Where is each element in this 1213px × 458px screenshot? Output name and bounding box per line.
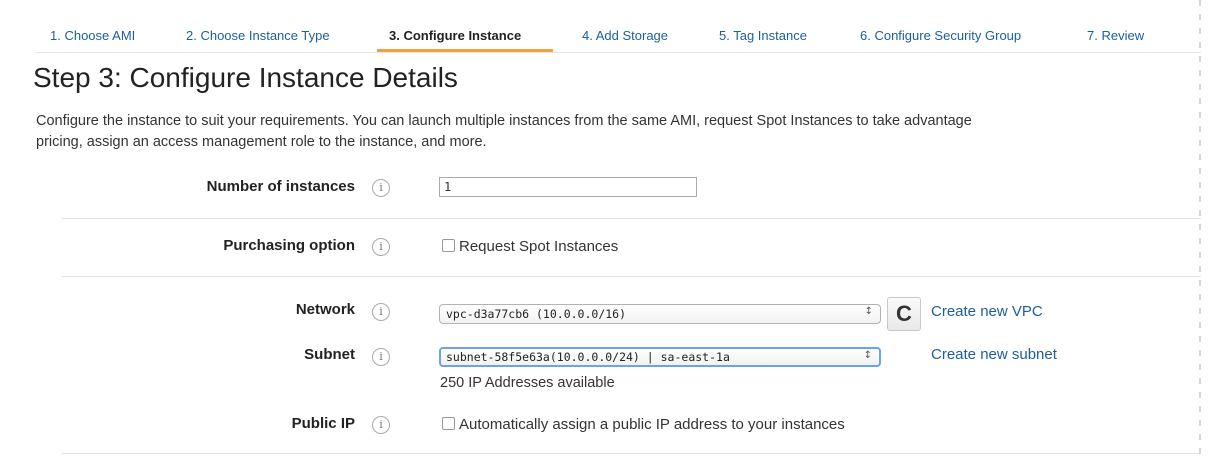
select-arrow-icon: ↕ (864, 306, 873, 317)
tabs-divider (36, 52, 1201, 53)
tab-tag-instance[interactable]: 5. Tag Instance (719, 28, 807, 43)
number-of-instances-label: Number of instances (206, 178, 355, 195)
auto-assign-public-ip-label: Automatically assign a public IP address… (459, 416, 845, 433)
request-spot-instances-label: Request Spot Instances (459, 238, 619, 255)
page-edge (1199, 0, 1201, 458)
info-icon[interactable]: i (372, 238, 390, 256)
purchasing-option-label: Purchasing option (223, 237, 355, 254)
refresh-networks-button[interactable]: C (887, 297, 921, 331)
page-description: Configure the instance to suit your requ… (36, 111, 1206, 153)
tab-review[interactable]: 7. Review (1087, 28, 1144, 43)
create-new-vpc-link[interactable]: Create new VPC (931, 303, 1043, 320)
request-spot-instances-option[interactable]: Request Spot Instances (442, 238, 618, 255)
network-select-value: vpc-d3a77cb6 (10.0.0.0/16) (446, 307, 627, 321)
subnet-label: Subnet (304, 346, 355, 363)
row-separator (62, 453, 1201, 454)
tab-choose-instance-type[interactable]: 2. Choose Instance Type (186, 28, 330, 43)
subnet-available-ips: 250 IP Addresses available (440, 375, 615, 391)
number-of-instances-input[interactable]: 1 (439, 177, 697, 197)
wizard-tabs (36, 0, 1201, 52)
network-select[interactable]: vpc-d3a77cb6 (10.0.0.0/16) ↕ (439, 304, 881, 324)
tab-configure-instance[interactable]: 3. Configure Instance (389, 28, 521, 43)
network-label: Network (295, 301, 355, 318)
info-icon[interactable]: i (372, 348, 390, 366)
info-icon[interactable]: i (372, 303, 390, 321)
auto-assign-public-ip-option[interactable]: Automatically assign a public IP address… (442, 416, 845, 433)
auto-assign-public-ip-checkbox[interactable] (442, 417, 455, 430)
tab-configure-security-group[interactable]: 6. Configure Security Group (860, 28, 1021, 43)
refresh-icon: C (896, 301, 912, 326)
subnet-select-value: subnet-58f5e63a(10.0.0.0/24) | sa-east-1… (446, 350, 730, 364)
request-spot-instances-checkbox[interactable] (442, 239, 455, 252)
tab-add-storage[interactable]: 4. Add Storage (582, 28, 668, 43)
select-arrow-icon: ↕ (863, 350, 872, 361)
row-separator (62, 218, 1201, 219)
subnet-select[interactable]: subnet-58f5e63a(10.0.0.0/24) | sa-east-1… (439, 347, 881, 367)
info-icon[interactable]: i (372, 179, 390, 197)
description-line-1: Configure the instance to suit your requ… (36, 113, 972, 129)
info-icon[interactable]: i (372, 416, 390, 434)
create-new-subnet-link[interactable]: Create new subnet (931, 346, 1057, 363)
page-title: Step 3: Configure Instance Details (33, 62, 458, 93)
row-separator (62, 276, 1201, 277)
tab-choose-ami[interactable]: 1. Choose AMI (50, 28, 135, 43)
public-ip-label: Public IP (291, 415, 355, 432)
description-line-2: pricing, assign an access management rol… (36, 134, 487, 150)
